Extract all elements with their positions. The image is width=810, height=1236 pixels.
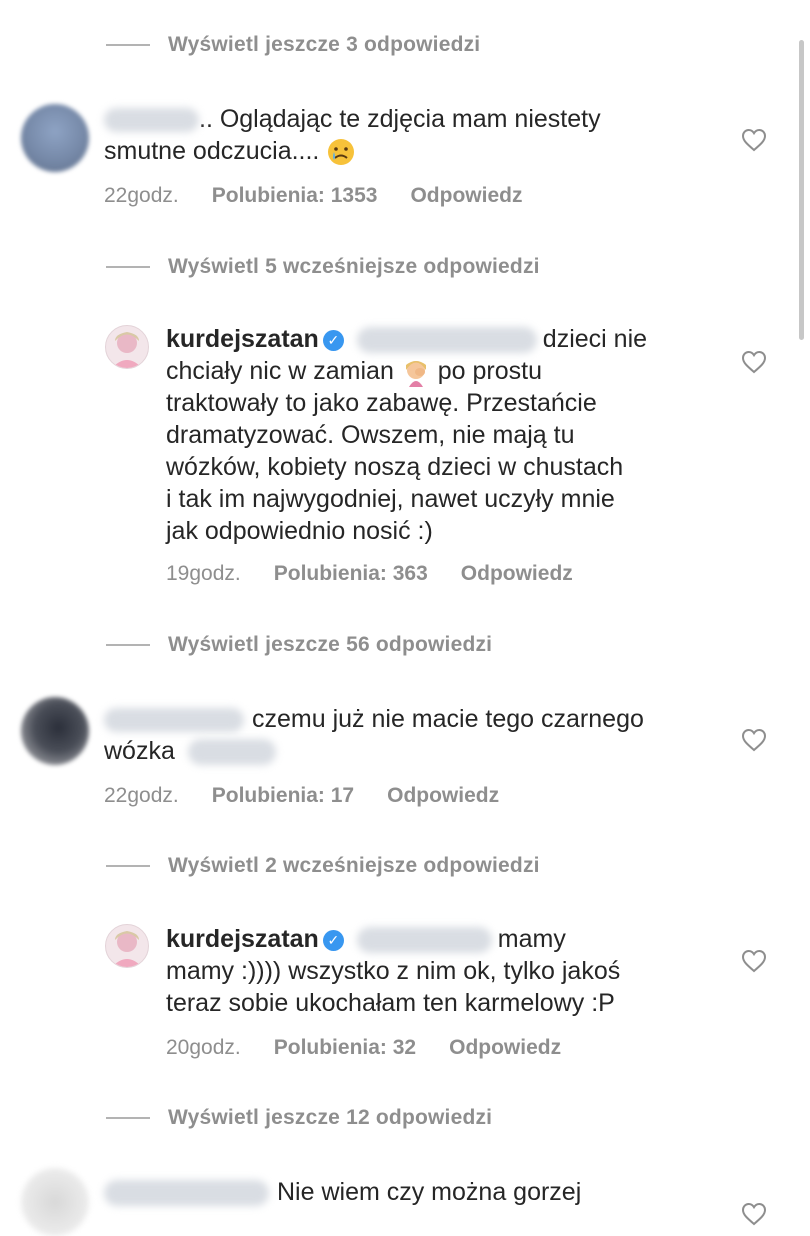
likes-count-button[interactable]: Polubienia: 1353 — [212, 184, 378, 208]
comment-text: czemu już nie macie tego czarnego — [252, 705, 644, 733]
avatar[interactable] — [21, 697, 89, 765]
reply-button[interactable]: Odpowiedz — [410, 184, 522, 208]
comment-text: po prostu — [437, 357, 543, 385]
timestamp: 22godz. — [104, 184, 179, 207]
likes-count-button[interactable]: Polubienia: 32 — [274, 1036, 416, 1060]
view-more-label: Wyświetl jeszcze 12 odpowiedzi — [168, 1106, 493, 1129]
avatar[interactable] — [105, 924, 149, 968]
avatar[interactable] — [105, 325, 149, 369]
heart-outline-icon[interactable] — [741, 728, 767, 752]
comment-body: czemu już nie macie tego czarnego wózka — [104, 703, 704, 767]
avatar[interactable] — [21, 1168, 89, 1236]
heart-outline-icon[interactable] — [741, 128, 767, 152]
comment-meta: 22godz. Polubienia: 17 Odpowiedz — [104, 784, 499, 808]
timestamp: 19godz. — [166, 562, 241, 585]
timestamp: 20godz. — [166, 1036, 241, 1059]
divider-line — [106, 1117, 150, 1119]
facepalm-emoji — [405, 361, 426, 388]
redacted-username — [104, 708, 244, 733]
comment-body: kurdejszatan ✓ mamy mamy :)))) wszystko z… — [166, 923, 726, 1019]
comment-meta: 20godz. Polubienia: 32 Odpowiedz — [166, 1036, 561, 1060]
redacted-username — [104, 1180, 269, 1207]
reply-button[interactable]: Odpowiedz — [461, 562, 573, 586]
comment-text: Nie wiem czy można gorzej — [277, 1178, 582, 1206]
view-more-replies-button[interactable]: Wyświetl jeszcze 12 odpowiedzi — [106, 1106, 492, 1130]
username-link[interactable]: kurdejszatan — [166, 925, 319, 953]
verified-badge-icon: ✓ — [322, 330, 344, 351]
view-more-label: Wyświetl jeszcze 56 odpowiedzi — [168, 633, 493, 656]
comment-text: chciały nic w zamian — [166, 357, 394, 385]
comment-text: jak odpowiednio nosić :) — [166, 517, 433, 546]
comment-text: dramatyzować. Owszem, nie mają tu — [166, 421, 575, 450]
heart-outline-icon[interactable] — [741, 949, 767, 973]
redacted-mention — [187, 739, 276, 766]
comment-text: mamy — [497, 925, 566, 953]
crying-face-emoji — [328, 139, 355, 166]
comment-text: .. Oglądając te zdjęcia mam niestety — [199, 105, 601, 133]
comment-text: traktowały to jako zabawę. Przestańcie — [166, 389, 597, 418]
redacted-mention — [356, 327, 537, 354]
view-earlier-replies-button[interactable]: Wyświetl 2 wcześniejsze odpowiedzi — [106, 854, 540, 878]
comment-text: mamy :)))) wszystko z nim ok, tylko jako… — [166, 957, 621, 985]
username-link[interactable]: kurdejszatan — [166, 325, 319, 353]
reply-button[interactable]: Odpowiedz — [387, 784, 499, 808]
view-more-label: Wyświetl 2 wcześniejsze odpowiedzi — [168, 854, 540, 877]
divider-line — [106, 44, 150, 46]
comment-meta: 19godz. Polubienia: 363 Odpowiedz — [166, 562, 573, 586]
view-more-label: Wyświetl 5 wcześniejsze odpowiedzi — [168, 255, 540, 278]
likes-count-button[interactable]: Polubienia: 363 — [274, 562, 428, 586]
view-more-replies-button[interactable]: Wyświetl jeszcze 3 odpowiedzi — [106, 33, 480, 57]
view-more-label: Wyświetl jeszcze 3 odpowiedzi — [168, 33, 481, 56]
comment-body: kurdejszatan ✓ dzieci nie chciały nic w z… — [166, 323, 726, 547]
divider-line — [106, 865, 150, 867]
avatar[interactable] — [21, 104, 89, 172]
reply-button[interactable]: Odpowiedz — [449, 1036, 561, 1060]
heart-outline-icon[interactable] — [741, 1202, 767, 1226]
comment-body: .. Oglądając te zdjęcia mam niestety smu… — [104, 103, 704, 167]
view-more-replies-button[interactable]: Wyświetl jeszcze 56 odpowiedzi — [106, 633, 492, 657]
comment-text: wózków, kobiety noszą dzieci w chustach — [166, 453, 624, 482]
redacted-username — [104, 108, 199, 133]
comment-text: dzieci nie — [542, 325, 648, 353]
view-earlier-replies-button[interactable]: Wyświetl 5 wcześniejsze odpowiedzi — [106, 255, 540, 279]
redacted-mention — [356, 927, 492, 954]
divider-line — [106, 644, 150, 646]
comment-text: i tak im najwygodniej, nawet uczyły mnie — [166, 485, 615, 514]
avatar-image — [112, 332, 142, 368]
comment-body: Nie wiem czy można gorzej — [104, 1176, 704, 1208]
comment-text: teraz sobie ukochałam ten karmelowy :P — [166, 989, 615, 1017]
comment-text: smutne odczucia.... — [104, 137, 320, 165]
likes-count-button[interactable]: Polubienia: 17 — [212, 784, 354, 808]
avatar-image — [112, 931, 142, 967]
comment-text: wózka — [104, 737, 175, 765]
timestamp: 22godz. — [104, 784, 179, 807]
comment-meta: 22godz. Polubienia: 1353 Odpowiedz — [104, 184, 522, 208]
heart-outline-icon[interactable] — [741, 350, 767, 374]
divider-line — [106, 266, 150, 268]
scrollbar[interactable] — [799, 40, 804, 340]
verified-badge-icon: ✓ — [322, 930, 344, 951]
